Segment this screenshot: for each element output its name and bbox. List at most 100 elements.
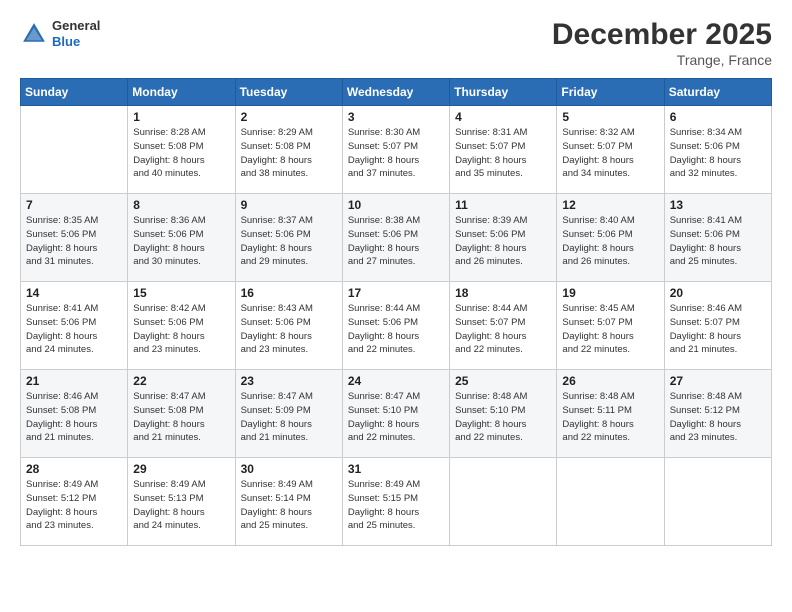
- day-number: 16: [241, 286, 337, 300]
- day-info: Sunrise: 8:43 AM Sunset: 5:06 PM Dayligh…: [241, 302, 337, 357]
- day-cell: 23 Sunrise: 8:47 AM Sunset: 5:09 PM Dayli…: [235, 370, 342, 458]
- day-info: Sunrise: 8:48 AM Sunset: 5:11 PM Dayligh…: [562, 390, 658, 445]
- day-cell: 5Sunrise: 8:32 AM Sunset: 5:07 PM Daylig…: [557, 106, 664, 194]
- day-cell: 19 Sunrise: 8:45 AM Sunset: 5:07 PM Dayli…: [557, 282, 664, 370]
- day-cell: 26 Sunrise: 8:48 AM Sunset: 5:11 PM Dayli…: [557, 370, 664, 458]
- header-row: SundayMondayTuesdayWednesdayThursdayFrid…: [21, 79, 772, 106]
- week-row-3: 14 Sunrise: 8:41 AM Sunset: 5:06 PM Dayli…: [21, 282, 772, 370]
- logo: General Blue: [20, 18, 100, 49]
- day-cell: 28Sunrise: 8:49 AM Sunset: 5:12 PM Dayli…: [21, 458, 128, 546]
- calendar-table: SundayMondayTuesdayWednesdayThursdayFrid…: [20, 78, 772, 546]
- main-title: December 2025: [552, 18, 772, 52]
- day-number: 29: [133, 462, 229, 476]
- col-header-thursday: Thursday: [450, 79, 557, 106]
- day-info: Sunrise: 8:40 AM Sunset: 5:06 PM Dayligh…: [562, 214, 658, 269]
- day-info: Sunrise: 8:48 AM Sunset: 5:10 PM Dayligh…: [455, 390, 551, 445]
- day-info: Sunrise: 8:44 AM Sunset: 5:06 PM Dayligh…: [348, 302, 444, 357]
- day-cell: 25Sunrise: 8:48 AM Sunset: 5:10 PM Dayli…: [450, 370, 557, 458]
- day-number: 20: [670, 286, 766, 300]
- day-cell: 24 Sunrise: 8:47 AM Sunset: 5:10 PM Dayli…: [342, 370, 449, 458]
- day-number: 18: [455, 286, 551, 300]
- day-cell: 20 Sunrise: 8:46 AM Sunset: 5:07 PM Dayli…: [664, 282, 771, 370]
- day-info: Sunrise: 8:31 AM Sunset: 5:07 PM Dayligh…: [455, 126, 551, 181]
- day-number: 1: [133, 110, 229, 124]
- day-number: 3: [348, 110, 444, 124]
- day-info: Sunrise: 8:49 AM Sunset: 5:13 PM Dayligh…: [133, 478, 229, 533]
- day-number: 11: [455, 198, 551, 212]
- col-header-friday: Friday: [557, 79, 664, 106]
- week-row-1: 1 Sunrise: 8:28 AM Sunset: 5:08 PM Daylig…: [21, 106, 772, 194]
- day-cell: 13 Sunrise: 8:41 AM Sunset: 5:06 PM Dayli…: [664, 194, 771, 282]
- logo-text: General Blue: [52, 18, 100, 49]
- day-number: 2: [241, 110, 337, 124]
- week-row-4: 21Sunrise: 8:46 AM Sunset: 5:08 PM Dayli…: [21, 370, 772, 458]
- week-row-5: 28Sunrise: 8:49 AM Sunset: 5:12 PM Dayli…: [21, 458, 772, 546]
- day-info: Sunrise: 8:30 AM Sunset: 5:07 PM Dayligh…: [348, 126, 444, 181]
- day-cell: 30 Sunrise: 8:49 AM Sunset: 5:14 PM Dayli…: [235, 458, 342, 546]
- col-header-tuesday: Tuesday: [235, 79, 342, 106]
- day-number: 14: [26, 286, 122, 300]
- day-cell: 10 Sunrise: 8:38 AM Sunset: 5:06 PM Dayli…: [342, 194, 449, 282]
- day-cell: 16 Sunrise: 8:43 AM Sunset: 5:06 PM Dayli…: [235, 282, 342, 370]
- day-cell: 4 Sunrise: 8:31 AM Sunset: 5:07 PM Daylig…: [450, 106, 557, 194]
- day-info: Sunrise: 8:37 AM Sunset: 5:06 PM Dayligh…: [241, 214, 337, 269]
- day-cell: 17Sunrise: 8:44 AM Sunset: 5:06 PM Dayli…: [342, 282, 449, 370]
- day-cell: 6 Sunrise: 8:34 AM Sunset: 5:06 PM Daylig…: [664, 106, 771, 194]
- day-info: Sunrise: 8:47 AM Sunset: 5:08 PM Dayligh…: [133, 390, 229, 445]
- day-cell: 7 Sunrise: 8:35 AM Sunset: 5:06 PM Daylig…: [21, 194, 128, 282]
- day-cell: [557, 458, 664, 546]
- day-number: 15: [133, 286, 229, 300]
- day-cell: 18 Sunrise: 8:44 AM Sunset: 5:07 PM Dayli…: [450, 282, 557, 370]
- day-number: 30: [241, 462, 337, 476]
- day-info: Sunrise: 8:42 AM Sunset: 5:06 PM Dayligh…: [133, 302, 229, 357]
- day-cell: 21Sunrise: 8:46 AM Sunset: 5:08 PM Dayli…: [21, 370, 128, 458]
- day-info: Sunrise: 8:29 AM Sunset: 5:08 PM Dayligh…: [241, 126, 337, 181]
- header: General Blue December 2025 Trange, Franc…: [20, 18, 772, 68]
- day-number: 23: [241, 374, 337, 388]
- week-row-2: 7 Sunrise: 8:35 AM Sunset: 5:06 PM Daylig…: [21, 194, 772, 282]
- title-block: December 2025 Trange, France: [552, 18, 772, 68]
- day-info: Sunrise: 8:44 AM Sunset: 5:07 PM Dayligh…: [455, 302, 551, 357]
- day-number: 6: [670, 110, 766, 124]
- col-header-sunday: Sunday: [21, 79, 128, 106]
- col-header-wednesday: Wednesday: [342, 79, 449, 106]
- day-info: Sunrise: 8:46 AM Sunset: 5:08 PM Dayligh…: [26, 390, 122, 445]
- col-header-monday: Monday: [128, 79, 235, 106]
- day-number: 7: [26, 198, 122, 212]
- day-cell: 27 Sunrise: 8:48 AM Sunset: 5:12 PM Dayli…: [664, 370, 771, 458]
- logo-line1: General: [52, 18, 100, 34]
- day-info: Sunrise: 8:45 AM Sunset: 5:07 PM Dayligh…: [562, 302, 658, 357]
- day-info: Sunrise: 8:41 AM Sunset: 5:06 PM Dayligh…: [670, 214, 766, 269]
- day-info: Sunrise: 8:48 AM Sunset: 5:12 PM Dayligh…: [670, 390, 766, 445]
- day-number: 8: [133, 198, 229, 212]
- day-cell: 2 Sunrise: 8:29 AM Sunset: 5:08 PM Daylig…: [235, 106, 342, 194]
- page: General Blue December 2025 Trange, Franc…: [0, 0, 792, 612]
- day-info: Sunrise: 8:47 AM Sunset: 5:10 PM Dayligh…: [348, 390, 444, 445]
- day-number: 31: [348, 462, 444, 476]
- day-cell: 31 Sunrise: 8:49 AM Sunset: 5:15 PM Dayli…: [342, 458, 449, 546]
- day-info: Sunrise: 8:47 AM Sunset: 5:09 PM Dayligh…: [241, 390, 337, 445]
- day-info: Sunrise: 8:41 AM Sunset: 5:06 PM Dayligh…: [26, 302, 122, 357]
- day-number: 27: [670, 374, 766, 388]
- col-header-saturday: Saturday: [664, 79, 771, 106]
- day-info: Sunrise: 8:49 AM Sunset: 5:15 PM Dayligh…: [348, 478, 444, 533]
- day-info: Sunrise: 8:38 AM Sunset: 5:06 PM Dayligh…: [348, 214, 444, 269]
- day-info: Sunrise: 8:34 AM Sunset: 5:06 PM Dayligh…: [670, 126, 766, 181]
- day-number: 26: [562, 374, 658, 388]
- day-number: 24: [348, 374, 444, 388]
- day-number: 4: [455, 110, 551, 124]
- day-cell: 3 Sunrise: 8:30 AM Sunset: 5:07 PM Daylig…: [342, 106, 449, 194]
- day-number: 12: [562, 198, 658, 212]
- day-number: 13: [670, 198, 766, 212]
- day-cell: 11 Sunrise: 8:39 AM Sunset: 5:06 PM Dayli…: [450, 194, 557, 282]
- day-cell: 29 Sunrise: 8:49 AM Sunset: 5:13 PM Dayli…: [128, 458, 235, 546]
- day-info: Sunrise: 8:39 AM Sunset: 5:06 PM Dayligh…: [455, 214, 551, 269]
- day-number: 19: [562, 286, 658, 300]
- day-info: Sunrise: 8:49 AM Sunset: 5:14 PM Dayligh…: [241, 478, 337, 533]
- day-number: 10: [348, 198, 444, 212]
- day-info: Sunrise: 8:28 AM Sunset: 5:08 PM Dayligh…: [133, 126, 229, 181]
- day-info: Sunrise: 8:46 AM Sunset: 5:07 PM Dayligh…: [670, 302, 766, 357]
- day-info: Sunrise: 8:35 AM Sunset: 5:06 PM Dayligh…: [26, 214, 122, 269]
- day-cell: 22Sunrise: 8:47 AM Sunset: 5:08 PM Dayli…: [128, 370, 235, 458]
- day-cell: [664, 458, 771, 546]
